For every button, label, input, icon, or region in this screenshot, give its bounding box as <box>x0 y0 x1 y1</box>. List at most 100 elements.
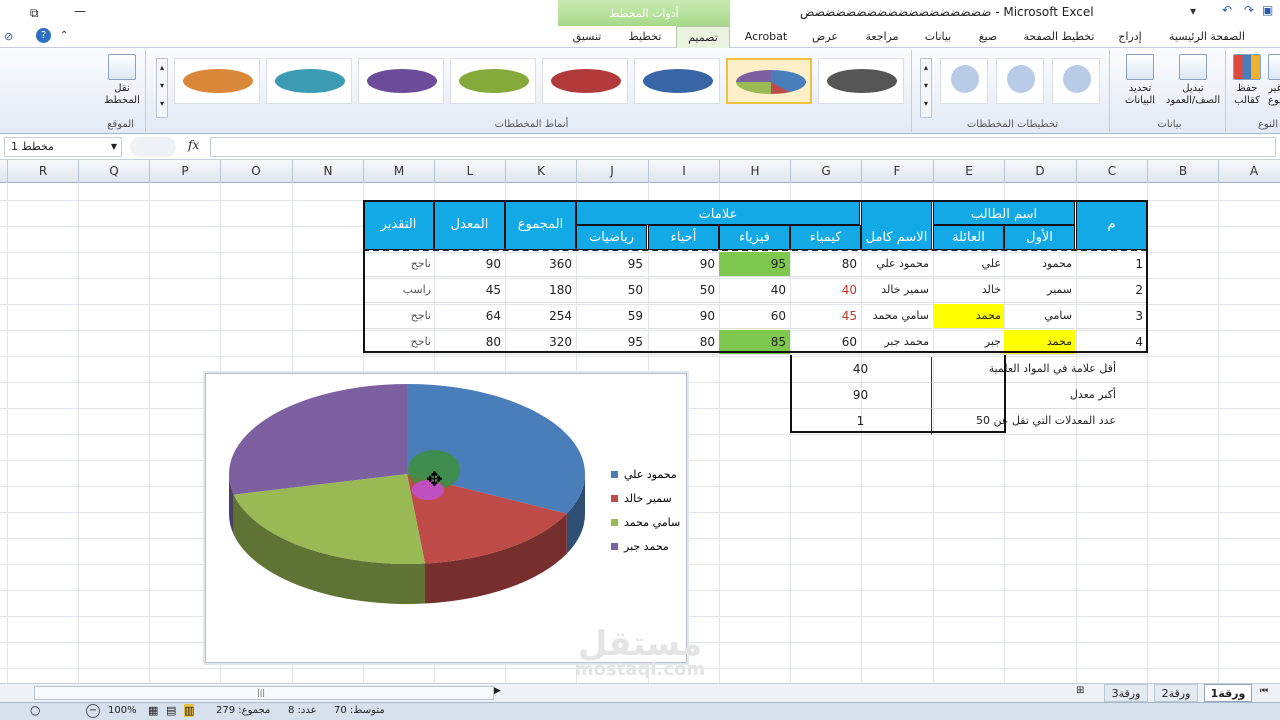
collapse-ribbon-icon[interactable]: ⌃ <box>60 30 68 41</box>
name-box[interactable]: مخطط 1 ▼ <box>4 137 122 157</box>
normal-view-icon[interactable]: ▦ <box>148 704 158 717</box>
grade-cell[interactable]: راسب <box>363 278 434 303</box>
style-thumb-orange[interactable] <box>174 58 260 104</box>
save-as-template-button[interactable]: حفظ كقالب <box>1230 54 1264 107</box>
question-icon[interactable]: ? <box>36 28 51 43</box>
tab-page-layout[interactable]: تخطيط الصفحة <box>1020 26 1098 48</box>
header-full-name[interactable]: الاسم كامل <box>861 200 932 250</box>
header-average[interactable]: المعدل <box>434 200 505 250</box>
tab-formulas[interactable]: صيغ <box>970 26 1006 48</box>
name-box-dropdown-icon[interactable]: ▼ <box>111 138 117 156</box>
math-cell[interactable]: 95 <box>576 330 647 355</box>
full-name-cell[interactable]: محمد جبر <box>861 330 932 355</box>
change-type-button[interactable]: غير النوع <box>1268 54 1280 107</box>
column-header-i[interactable]: I <box>648 160 719 183</box>
column-header-d[interactable]: D <box>1004 160 1075 183</box>
first-name-cell[interactable]: سامي <box>1004 304 1075 329</box>
horizontal-scrollbar[interactable]: ||| <box>34 686 494 700</box>
sheet-tab-1[interactable]: ورقة1 <box>1204 684 1252 702</box>
physics-cell[interactable]: 40 <box>719 278 790 303</box>
total-cell[interactable]: 254 <box>505 304 576 329</box>
minimize-icon[interactable]: — <box>74 4 86 18</box>
sheet-tab-2[interactable]: ورقة2 <box>1154 684 1198 702</box>
redo-icon[interactable]: ↷ <box>1244 3 1254 17</box>
row-number-cell[interactable]: 2 <box>1076 278 1147 303</box>
summary-value[interactable]: 90 <box>790 383 932 409</box>
page-break-view-icon[interactable]: ▥ <box>184 704 195 717</box>
column-header-g[interactable]: G <box>790 160 861 183</box>
layout-thumb-3[interactable] <box>1052 58 1100 104</box>
style-thumb-blue[interactable] <box>634 58 720 104</box>
header-number[interactable]: م <box>1076 200 1147 250</box>
style-thumb-red[interactable] <box>542 58 628 104</box>
sheet-tab-3[interactable]: ورقة3 <box>1104 684 1148 702</box>
header-student-name[interactable]: اسم الطالب <box>933 200 1075 225</box>
bio-cell[interactable]: 80 <box>648 330 719 355</box>
column-header-e[interactable]: E <box>933 160 1004 183</box>
chemistry-cell[interactable]: 60 <box>790 330 861 355</box>
column-header-j[interactable]: J <box>576 160 647 183</box>
insert-function-icon[interactable]: fx <box>188 138 199 152</box>
chemistry-cell[interactable]: 40 <box>790 278 861 303</box>
column-header-k[interactable]: K <box>505 160 576 183</box>
math-cell[interactable]: 95 <box>576 252 647 277</box>
tab-insert[interactable]: إدراج <box>1110 26 1150 48</box>
style-thumb-multi[interactable] <box>726 58 812 104</box>
tab-view[interactable]: عرض <box>806 26 844 48</box>
page-layout-view-icon[interactable]: ▤ <box>166 704 176 717</box>
row-number-cell[interactable]: 3 <box>1076 304 1147 329</box>
grade-cell[interactable]: ناجح <box>363 330 434 355</box>
tab-acrobat[interactable]: Acrobat <box>738 26 794 48</box>
bio-cell[interactable]: 50 <box>648 278 719 303</box>
worksheet[interactable]: التقدير المعدل المجموع علامات رياضيات أحياء في… <box>0 183 1280 683</box>
zoom-out-icon[interactable]: − <box>86 704 100 718</box>
header-last-name[interactable]: العائلة <box>933 225 1004 250</box>
summary-label[interactable]: عدد المعدلات التي تقل عن 50 <box>933 409 1146 435</box>
column-header-f[interactable]: F <box>861 160 932 183</box>
tab-format[interactable]: تنسيق <box>562 26 612 48</box>
undo-icon[interactable]: ↶ <box>1222 3 1232 17</box>
insert-sheet-icon[interactable]: ⊞ <box>1076 685 1094 701</box>
header-chemistry[interactable]: كيمياء <box>790 225 861 250</box>
zoom-slider[interactable]: ○ <box>30 703 40 717</box>
row-number-cell[interactable]: 4 <box>1076 330 1147 355</box>
zoom-level[interactable]: 100% <box>108 705 137 716</box>
first-name-cell[interactable]: سمير <box>1004 278 1075 303</box>
first-sheet-icon[interactable]: ⏮ <box>1260 686 1268 696</box>
column-header-b[interactable]: B <box>1147 160 1218 183</box>
full-name-cell[interactable]: سامي محمد <box>861 304 932 329</box>
total-cell[interactable]: 180 <box>505 278 576 303</box>
physics-cell[interactable]: 85 <box>719 330 790 355</box>
summary-label[interactable]: أقل علامة في المواد العلمية <box>933 357 1146 383</box>
average-cell[interactable]: 90 <box>434 252 505 277</box>
header-first-name[interactable]: الأول <box>1004 225 1075 250</box>
save-icon[interactable]: ▣ <box>1262 3 1273 17</box>
average-cell[interactable]: 64 <box>434 304 505 329</box>
total-cell[interactable]: 360 <box>505 252 576 277</box>
bio-cell[interactable]: 90 <box>648 252 719 277</box>
style-thumb-teal[interactable] <box>266 58 352 104</box>
help-icon[interactable]: ⊘ <box>4 30 13 43</box>
last-name-cell[interactable]: خالد <box>933 278 1004 303</box>
summary-label[interactable]: أكبر معدل <box>933 383 1146 409</box>
summary-value[interactable]: 1 <box>790 409 932 435</box>
column-header-a[interactable]: A <box>1218 160 1280 183</box>
tab-layout[interactable]: تخطيط <box>620 26 670 48</box>
qat-dropdown-icon[interactable]: ▾ <box>1190 4 1196 18</box>
layouts-scroll[interactable]: ▴ ▾ ▾ <box>920 58 932 118</box>
header-total[interactable]: المجموع <box>505 200 576 250</box>
restore-icon[interactable]: ⧉ <box>30 6 39 21</box>
styles-scroll[interactable]: ▴ ▾ ▾ <box>156 58 168 118</box>
tab-data[interactable]: بيانات <box>918 26 958 48</box>
column-header-n[interactable]: N <box>292 160 363 183</box>
style-thumb-green[interactable] <box>450 58 536 104</box>
first-name-cell[interactable]: محمد <box>1004 330 1075 355</box>
grade-cell[interactable]: ناجح <box>363 304 434 329</box>
select-data-button[interactable]: تحديد البيانات <box>1120 54 1160 107</box>
column-header-q[interactable]: Q <box>78 160 149 183</box>
column-header-l[interactable]: L <box>434 160 505 183</box>
column-header-m[interactable]: M <box>363 160 434 183</box>
header-bio[interactable]: أحياء <box>648 225 719 250</box>
last-name-cell[interactable]: محمد <box>933 304 1004 329</box>
tab-home[interactable]: الصفحة الرئيسية <box>1166 26 1248 48</box>
